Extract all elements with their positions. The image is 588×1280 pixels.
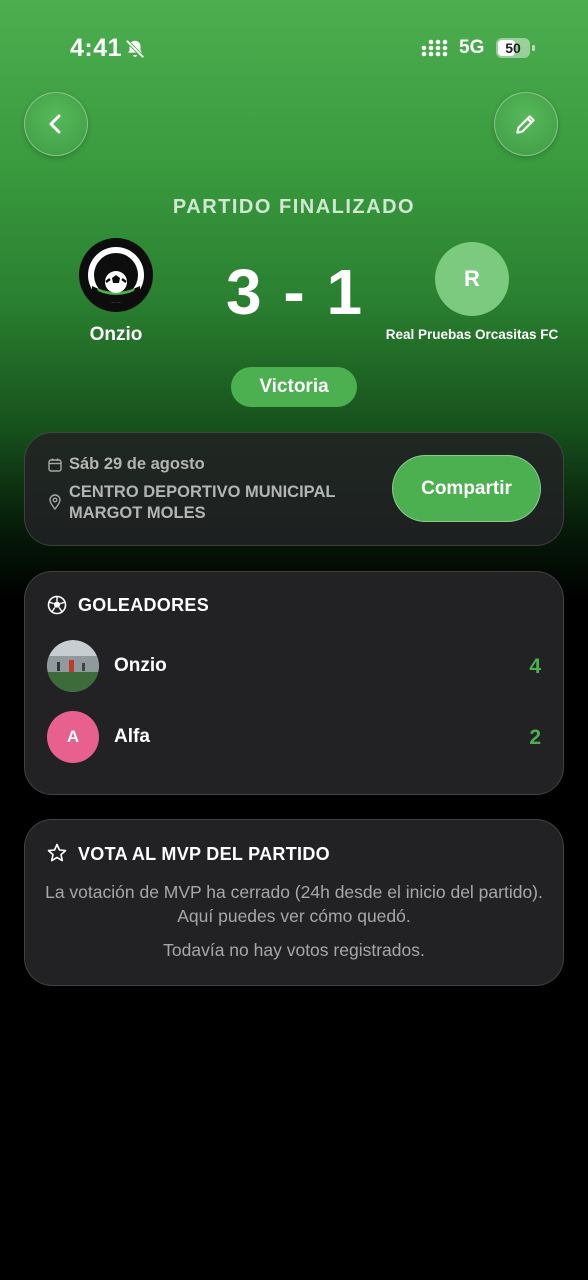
mvp-title: VOTA AL MVP DEL PARTIDO	[78, 844, 330, 864]
avatar: A	[47, 711, 99, 763]
goal-count: 4	[529, 655, 541, 678]
scorers-title: GOLEADORES	[78, 595, 210, 615]
scorer-name: Onzio	[114, 655, 167, 676]
away-team-initial: R	[464, 266, 480, 291]
scorer-name: Alfa	[114, 726, 150, 747]
back-button[interactable]	[24, 92, 88, 156]
mvp-description: La votación de MVP ha cerrado (24h desde…	[45, 882, 543, 926]
avatar-initial: A	[66, 727, 80, 746]
location-pin-icon	[49, 494, 61, 510]
mvp-empty-state: Todavía no hay votos registrados.	[163, 940, 425, 960]
match-date: Sáb 29 de agosto	[69, 455, 205, 473]
list-item[interactable]: Onzio 4	[47, 640, 541, 692]
match-status: PARTIDO FINALIZADO	[172, 196, 416, 218]
home-team-logo	[79, 238, 153, 312]
away-team-name: Real Pruebas Orcasitas FC	[385, 327, 559, 342]
list-item[interactable]: A Alfa 2	[47, 711, 541, 763]
bell-slash-icon	[125, 39, 145, 59]
network-label: 5G	[459, 37, 485, 58]
avatar	[47, 640, 99, 692]
signal-icon	[421, 39, 448, 57]
status-time: 4:41	[70, 34, 123, 62]
match-score: 3 - 1	[225, 256, 365, 328]
match-venue: CENTRO DEPORTIVO MUNICIPAL MARGOT MOLES	[69, 483, 336, 522]
goal-count: 2	[529, 726, 541, 749]
star-icon	[47, 843, 67, 862]
chevron-left-icon	[49, 114, 61, 134]
edit-button[interactable]	[494, 92, 558, 156]
battery-level: 50	[505, 40, 521, 56]
calendar-icon	[48, 458, 62, 472]
home-team-name: Onzio	[89, 324, 143, 345]
battery-icon: 50	[496, 38, 536, 58]
result-badge: Victoria	[231, 367, 357, 407]
share-button[interactable]: Compartir	[392, 455, 541, 522]
pencil-icon	[516, 115, 535, 134]
away-team-logo: R	[435, 242, 509, 316]
soccer-ball-icon	[47, 595, 67, 615]
